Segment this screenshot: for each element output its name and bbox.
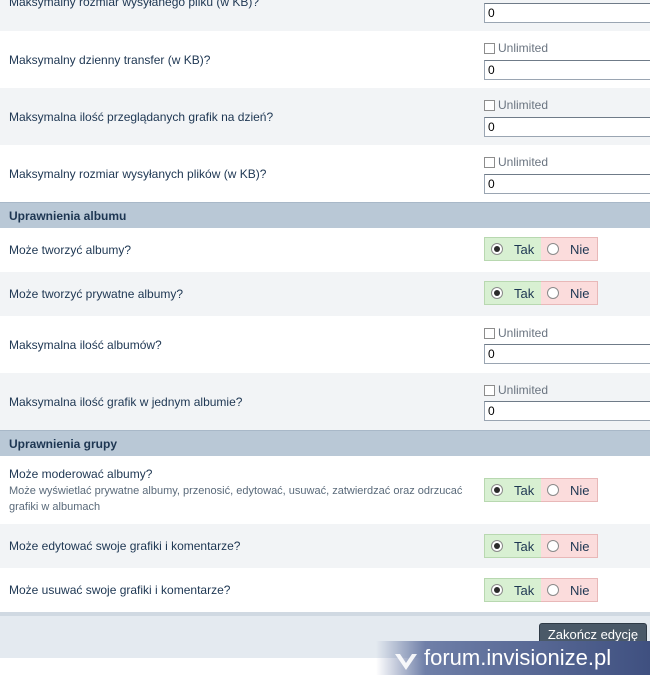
- setting-row-delete-own: Może usuwać swoje grafiki i komentarze? …: [0, 568, 650, 612]
- setting-label: Maksymalna ilość przeglądanych grafik na…: [9, 110, 274, 124]
- no-option[interactable]: Nie: [541, 534, 598, 558]
- yes-no-toggle: Tak Nie: [484, 534, 598, 558]
- no-option[interactable]: Nie: [541, 281, 598, 305]
- no-label: Nie: [570, 483, 590, 498]
- radio-yes[interactable]: [491, 584, 503, 596]
- setting-label: Maksymalny rozmiar wysyłanego pliku (w K…: [9, 0, 260, 9]
- unlimited-label: Unlimited: [498, 383, 549, 397]
- yes-label: Tak: [514, 483, 535, 498]
- unlimited-label: Unlimited: [498, 98, 549, 112]
- section-title: Uprawnienia albumu: [9, 209, 127, 223]
- yes-option[interactable]: Tak: [484, 534, 541, 558]
- max-images-input[interactable]: [484, 401, 650, 421]
- max-albums-input[interactable]: [484, 344, 650, 364]
- yes-option[interactable]: Tak: [484, 237, 541, 261]
- setting-row-create-private-albums: Może tworzyć prywatne albumy? Tak Nie: [0, 272, 650, 316]
- setting-label: Maksymalny dzienny transfer (w KB)?: [9, 53, 211, 67]
- yes-no-toggle: Tak Nie: [484, 281, 598, 305]
- unlimited-checkbox[interactable]: [484, 100, 495, 111]
- radio-yes[interactable]: [491, 287, 503, 299]
- checkmark-logo-icon: [394, 648, 418, 682]
- yes-no-toggle: Tak Nie: [484, 578, 598, 602]
- section-header-album: Uprawnienia albumu: [0, 202, 650, 228]
- setting-label: Może tworzyć albumy?: [9, 243, 132, 257]
- unlimited-option[interactable]: Unlimited: [484, 98, 548, 112]
- setting-label: Maksymalny rozmiar wysyłanych plików (w …: [9, 167, 267, 181]
- no-option[interactable]: Nie: [541, 478, 598, 502]
- setting-label: Może usuwać swoje grafiki i komentarze?: [9, 583, 231, 597]
- section-header-group: Uprawnienia grupy: [0, 430, 650, 456]
- setting-description: Może wyświetlać prywatne albumy, przenos…: [9, 485, 463, 513]
- daily-views-input[interactable]: [484, 117, 650, 137]
- unlimited-option[interactable]: Unlimited: [484, 155, 548, 169]
- max-upload-size-input[interactable]: [484, 3, 650, 23]
- setting-row-max-albums: Maksymalna ilość albumów? Unlimited: [0, 316, 650, 373]
- unlimited-option[interactable]: Unlimited: [484, 326, 548, 340]
- unlimited-label: Unlimited: [498, 155, 549, 169]
- radio-no[interactable]: [547, 540, 559, 552]
- setting-row-max-images-per-album: Maksymalna ilość grafik w jednym albumie…: [0, 373, 650, 430]
- unlimited-label: Unlimited: [498, 326, 549, 340]
- unlimited-checkbox[interactable]: [484, 385, 495, 396]
- radio-no[interactable]: [547, 584, 559, 596]
- setting-label: Maksymalna ilość albumów?: [9, 338, 162, 352]
- setting-row-max-files-size: Maksymalny rozmiar wysyłanych plików (w …: [0, 145, 650, 202]
- setting-row-daily-views: Maksymalna ilość przeglądanych grafik na…: [0, 88, 650, 145]
- no-label: Nie: [570, 242, 590, 257]
- setting-label: Może tworzyć prywatne albumy?: [9, 287, 184, 301]
- yes-label: Tak: [514, 286, 535, 301]
- unlimited-label: Unlimited: [498, 41, 549, 55]
- setting-row-moderate-albums: Może moderować albumy? Może wyświetlać p…: [0, 456, 650, 524]
- section-title: Uprawnienia grupy: [9, 437, 118, 451]
- setting-label: Może moderować albumy?: [9, 467, 153, 481]
- yes-no-toggle: Tak Nie: [484, 237, 598, 261]
- radio-no[interactable]: [547, 287, 559, 299]
- yes-label: Tak: [514, 583, 535, 598]
- radio-no[interactable]: [547, 484, 559, 496]
- setting-row-create-albums: Może tworzyć albumy? Tak Nie: [0, 228, 650, 272]
- unlimited-checkbox[interactable]: [484, 43, 495, 54]
- no-option[interactable]: Nie: [541, 237, 598, 261]
- radio-yes[interactable]: [491, 484, 503, 496]
- daily-transfer-input[interactable]: [484, 60, 650, 80]
- setting-row-daily-transfer: Maksymalny dzienny transfer (w KB)? Unli…: [0, 31, 650, 88]
- yes-label: Tak: [514, 242, 535, 257]
- no-option[interactable]: Nie: [541, 578, 598, 602]
- setting-label: Maksymalna ilość grafik w jednym albumie…: [9, 395, 243, 409]
- setting-row-max-upload-size: Maksymalny rozmiar wysyłanego pliku (w K…: [0, 0, 650, 31]
- watermark-text: forum.invisionize.pl: [424, 645, 612, 670]
- setting-label: Może edytować swoje grafiki i komentarze…: [9, 539, 241, 553]
- watermark: forum.invisionize.pl: [376, 641, 650, 675]
- max-files-size-input[interactable]: [484, 174, 650, 194]
- unlimited-option[interactable]: Unlimited: [484, 383, 548, 397]
- setting-row-edit-own: Może edytować swoje grafiki i komentarze…: [0, 524, 650, 568]
- unlimited-option[interactable]: Unlimited: [484, 41, 548, 55]
- unlimited-checkbox[interactable]: [484, 157, 495, 168]
- yes-option[interactable]: Tak: [484, 578, 541, 602]
- radio-yes[interactable]: [491, 540, 503, 552]
- radio-yes[interactable]: [491, 243, 503, 255]
- yes-option[interactable]: Tak: [484, 281, 541, 305]
- yes-label: Tak: [514, 539, 535, 554]
- no-label: Nie: [570, 286, 590, 301]
- no-label: Nie: [570, 539, 590, 554]
- radio-no[interactable]: [547, 243, 559, 255]
- yes-option[interactable]: Tak: [484, 478, 541, 502]
- no-label: Nie: [570, 583, 590, 598]
- yes-no-toggle: Tak Nie: [484, 478, 598, 502]
- unlimited-checkbox[interactable]: [484, 328, 495, 339]
